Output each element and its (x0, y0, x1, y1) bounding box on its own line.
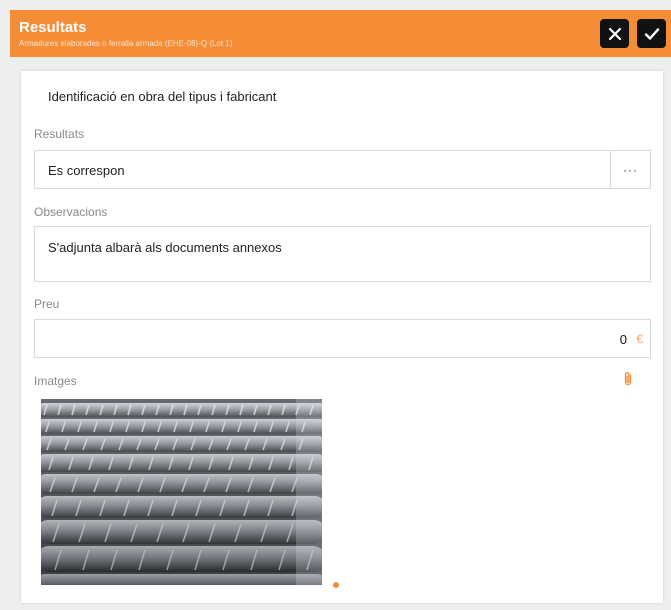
rebar-photo-image (41, 399, 322, 585)
results-label: Resultats (34, 127, 85, 141)
confirm-button[interactable] (637, 19, 666, 48)
results-more-button[interactable]: ··· (610, 151, 650, 188)
dialog-title: Resultats (19, 19, 87, 36)
observations-field[interactable]: S'adjunta albarà als documents annexos (34, 226, 651, 282)
item-title: Identificació en obra del tipus i fabric… (48, 89, 277, 104)
results-value: Es correspon (48, 163, 125, 178)
image-pager-dot[interactable] (333, 582, 339, 588)
results-card: Identificació en obra del tipus i fabric… (21, 71, 663, 603)
price-label: Preu (34, 297, 60, 311)
currency-symbol: € (636, 332, 643, 346)
paperclip-icon[interactable] (622, 371, 634, 387)
close-button[interactable] (600, 19, 629, 48)
dialog-header: Resultats Armadures elaborades o ferrall… (10, 10, 671, 57)
dialog-subtitle: Armadures elaborades o ferralla armada (… (19, 39, 233, 48)
images-label: Imatges (34, 374, 77, 388)
observations-label: Observacions (34, 205, 108, 219)
observations-value: S'adjunta albarà als documents annexos (48, 240, 282, 255)
rebar-photo[interactable] (41, 399, 322, 585)
price-value: 0 (619, 332, 627, 347)
price-field[interactable]: 0 € (34, 319, 651, 358)
results-field[interactable]: Es correspon ··· (34, 150, 651, 189)
close-icon (608, 27, 621, 40)
check-icon (644, 27, 659, 40)
